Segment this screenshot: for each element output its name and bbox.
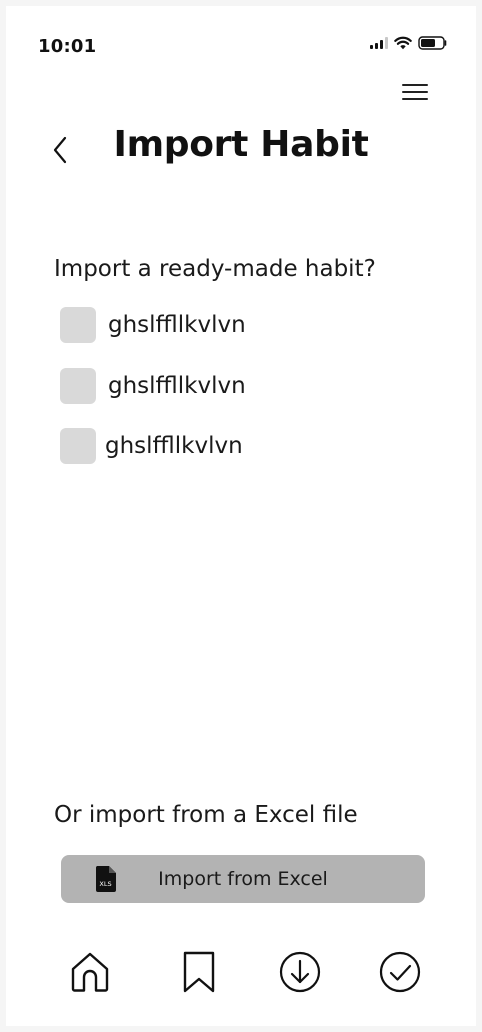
battery-icon (418, 36, 447, 50)
habit-option-label: ghslffllkvlvn (108, 373, 246, 399)
excel-import-label: Or import from a Excel file (54, 802, 358, 828)
habit-checkbox[interactable] (60, 368, 96, 404)
hamburger-menu-icon[interactable] (402, 82, 428, 102)
habit-question: Import a ready-made habit? (54, 256, 376, 282)
habit-checkbox[interactable] (60, 307, 96, 343)
habit-option-2[interactable]: ghslffllkvlvn (60, 366, 246, 406)
nav-bookmark[interactable] (175, 948, 223, 996)
nav-home[interactable] (66, 948, 114, 996)
habit-option-3[interactable]: ghslffllkvlvn (60, 426, 243, 466)
habit-option-label: ghslffllkvlvn (105, 433, 243, 459)
download-icon (279, 951, 321, 993)
nav-done[interactable] (376, 948, 424, 996)
import-from-excel-button[interactable]: Import from Excel XLS (61, 855, 425, 903)
signal-icon (370, 37, 388, 49)
bookmark-icon (183, 951, 215, 993)
wifi-icon (394, 36, 412, 50)
home-icon (71, 952, 109, 992)
status-icons (370, 36, 448, 50)
habit-option-label: ghslffllkvlvn (108, 312, 246, 338)
phone-screen: 10:01 Import Habit Import a ready-made h… (6, 6, 476, 1026)
check-circle-icon (379, 951, 421, 993)
xls-file-icon: XLS (95, 866, 116, 892)
habit-option-1[interactable]: ghslffllkvlvn (60, 305, 246, 345)
xls-icon-text: XLS (99, 880, 111, 888)
status-time: 10:01 (38, 36, 97, 57)
habit-checkbox[interactable] (60, 428, 96, 464)
page-title: Import Habit (113, 124, 369, 165)
nav-download[interactable] (276, 948, 324, 996)
